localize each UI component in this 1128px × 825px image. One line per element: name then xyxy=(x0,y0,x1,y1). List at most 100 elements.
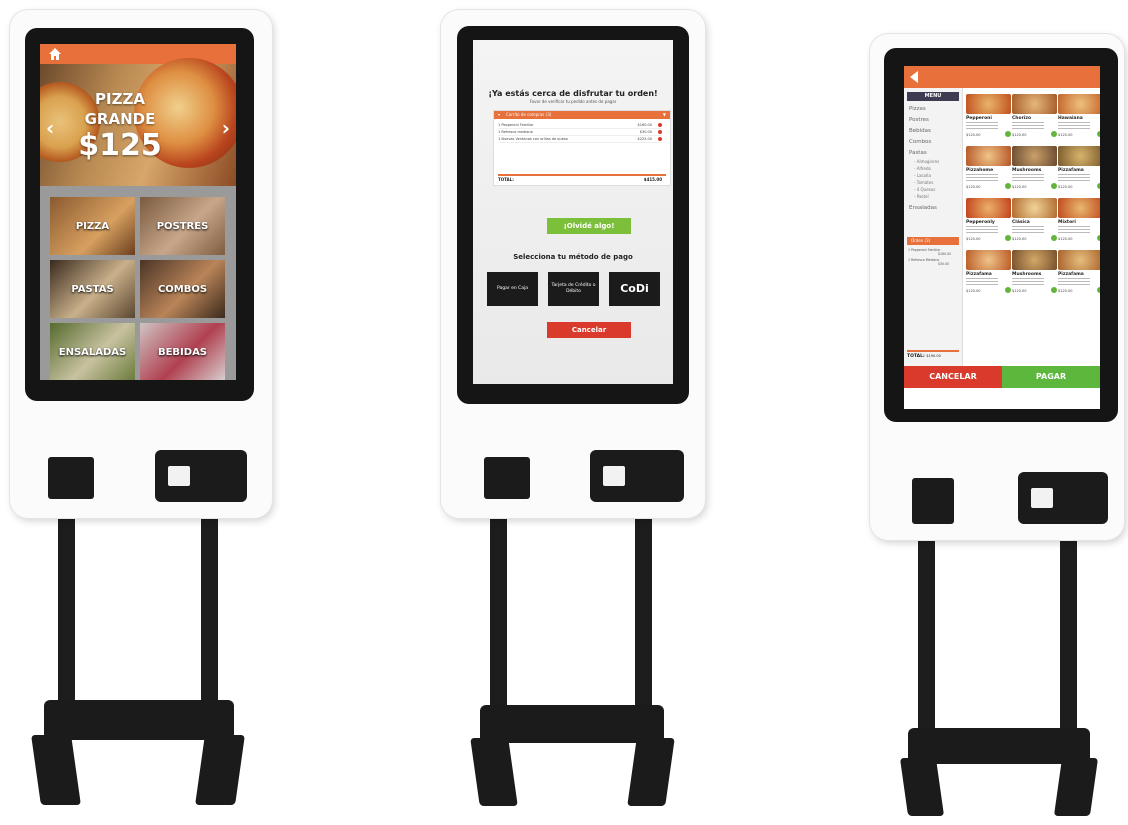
product-description xyxy=(1058,174,1090,182)
card-slot xyxy=(1031,488,1053,508)
kiosk-right-card-reader xyxy=(1018,472,1108,524)
product-description xyxy=(1058,278,1090,286)
menu-subitem[interactable]: - Almoginres xyxy=(914,159,939,164)
checkout-heading: ¡Ya estás cerca de disfrutar tu orden! xyxy=(488,89,658,98)
pay-button[interactable]: PAGAR xyxy=(1002,366,1100,388)
cart-row: 1 Refresco mediano $30.00 xyxy=(498,129,662,136)
product-image xyxy=(1012,94,1057,114)
add-icon[interactable] xyxy=(1051,131,1057,137)
product-card[interactable]: Chorizo $120.00 xyxy=(1012,94,1057,139)
prev-arrow-icon[interactable]: ‹ xyxy=(46,116,54,140)
add-icon[interactable] xyxy=(1097,131,1100,137)
product-price: $120.00 xyxy=(966,237,981,241)
product-image xyxy=(1012,146,1057,166)
order-title: Orden (3) xyxy=(911,238,931,243)
kiosk-left-printer-slot xyxy=(48,457,94,499)
menu-title: MENU xyxy=(907,92,959,101)
remove-item-icon[interactable] xyxy=(658,130,662,134)
add-icon[interactable] xyxy=(1051,183,1057,189)
back-arrow-icon[interactable] xyxy=(908,70,920,84)
product-grid: Pepperoni $120.00 Chorizo $120.00 Hawaiana… xyxy=(966,94,1100,362)
menu-subitem[interactable]: - Alfredo xyxy=(914,166,931,171)
product-price: $120.00 xyxy=(1058,185,1073,189)
product-card[interactable]: Clásica $120.00 xyxy=(1012,198,1057,243)
product-price: $120.00 xyxy=(1058,289,1073,293)
menu-item-pastas[interactable]: Pastas xyxy=(909,150,927,156)
product-card[interactable]: Mushrooms $120.00 xyxy=(1012,146,1057,191)
menu-subitem[interactable]: - Tomates xyxy=(914,180,933,185)
order-line: $160.00 xyxy=(938,252,952,256)
kiosk-center-printer-slot xyxy=(484,457,530,499)
category-tile-bebidas[interactable]: BEBIDAS xyxy=(140,323,225,380)
kiosk-center-foot-left xyxy=(470,738,518,806)
add-icon[interactable] xyxy=(1097,183,1100,189)
kiosk-center-leg-right xyxy=(635,515,652,725)
menu-item-pizzas[interactable]: Pizzas xyxy=(909,106,926,112)
product-price: $120.00 xyxy=(1012,237,1027,241)
pay-cash-button[interactable]: Pagar en Caja xyxy=(487,272,538,306)
product-image xyxy=(966,94,1011,114)
kiosk-center-card-reader xyxy=(590,450,684,502)
cancel-button[interactable]: CANCELAR xyxy=(904,366,1002,388)
promo-banner[interactable]: PIZZA GRANDE $125 ‹ › xyxy=(40,58,236,186)
product-card[interactable]: Pizzahome $120.00 xyxy=(966,146,1011,191)
product-card[interactable]: Mushrooms $120.00 xyxy=(1012,250,1057,295)
cart-row: 1 Nuevas Ventanas con orillas de queso $… xyxy=(498,136,662,143)
cart-item-price: $30.00 xyxy=(639,130,652,134)
product-card[interactable]: Pizzafama $120.00 xyxy=(1058,250,1100,295)
product-description xyxy=(966,122,998,130)
product-name: Hawaiana xyxy=(1058,116,1083,121)
home-icon[interactable] xyxy=(48,47,62,61)
category-tile-postres[interactable]: POSTRES xyxy=(140,197,225,255)
product-image xyxy=(1012,250,1057,270)
next-arrow-icon[interactable]: › xyxy=(222,116,230,140)
product-card[interactable]: Pizzafama $120.00 xyxy=(966,250,1011,295)
category-tile-pastas[interactable]: PASTAS xyxy=(50,260,135,318)
card-slot xyxy=(603,466,625,486)
add-icon[interactable] xyxy=(1097,287,1100,293)
product-image xyxy=(1058,250,1100,270)
product-name: Pizzahome xyxy=(966,168,994,173)
cart-header[interactable]: ▾ Carrito de compras (3) ▼ xyxy=(494,111,670,119)
menu-subitem[interactable]: - Lasaña xyxy=(914,173,931,178)
cart-title: Carrito de compras (3) xyxy=(506,112,552,117)
product-price: $120.00 xyxy=(966,289,981,293)
category-tile-combos[interactable]: COMBOS xyxy=(140,260,225,318)
menu-item-postres[interactable]: Postres xyxy=(909,117,929,123)
product-card[interactable]: Pepperonly $120.00 xyxy=(966,198,1011,243)
kiosk-left-screen: PIZZA GRANDE $125 ‹ › PIZZA POSTRES PAST… xyxy=(40,44,236,380)
add-icon[interactable] xyxy=(1051,287,1057,293)
menu-item-ensaladas[interactable]: Ensaladas xyxy=(909,205,937,211)
category-tile-pizza[interactable]: PIZZA xyxy=(50,197,135,255)
add-icon[interactable] xyxy=(1051,235,1057,241)
product-name: Pepperoni xyxy=(966,116,992,121)
product-name: Mushrooms xyxy=(1012,272,1042,277)
kiosk-right-printer-slot xyxy=(912,478,954,524)
category-tile-ensaladas[interactable]: ENSALADAS xyxy=(50,323,135,380)
forgot-something-button[interactable]: ¡Olvidé algo! xyxy=(547,218,631,234)
pay-card-button[interactable]: Tarjeta de Crédito o Débito xyxy=(548,272,599,306)
pay-codi-button[interactable]: CoDi xyxy=(609,272,660,306)
menu-subitem[interactable]: - 4 Quesos xyxy=(914,187,935,192)
product-card[interactable]: Pepperoni $120.00 xyxy=(966,94,1011,139)
chevron-down-icon[interactable]: ▼ xyxy=(663,111,666,119)
product-name: Pizzafama xyxy=(1058,168,1084,173)
menu-item-bebidas[interactable]: Bebidas xyxy=(909,128,931,134)
add-icon[interactable] xyxy=(1005,287,1011,293)
add-icon[interactable] xyxy=(1097,235,1100,241)
menu-subitem[interactable]: - Pastel xyxy=(914,194,929,199)
product-card[interactable]: Mixtori $120.00 xyxy=(1058,198,1100,243)
remove-item-icon[interactable] xyxy=(658,137,662,141)
product-card[interactable]: Pizzafama $120.00 xyxy=(1058,146,1100,191)
kiosk-left-foot-right xyxy=(195,735,245,805)
menu-item-combos[interactable]: Combos xyxy=(909,139,931,145)
product-price: $120.00 xyxy=(1058,133,1073,137)
cancel-button[interactable]: Cancelar xyxy=(547,322,631,338)
total-value: $190.00 xyxy=(926,354,941,358)
add-icon[interactable] xyxy=(1005,131,1011,137)
product-card[interactable]: Hawaiana $120.00 xyxy=(1058,94,1100,139)
kiosk-center-leg-left xyxy=(490,515,507,725)
add-icon[interactable] xyxy=(1005,235,1011,241)
add-icon[interactable] xyxy=(1005,183,1011,189)
remove-item-icon[interactable] xyxy=(658,123,662,127)
